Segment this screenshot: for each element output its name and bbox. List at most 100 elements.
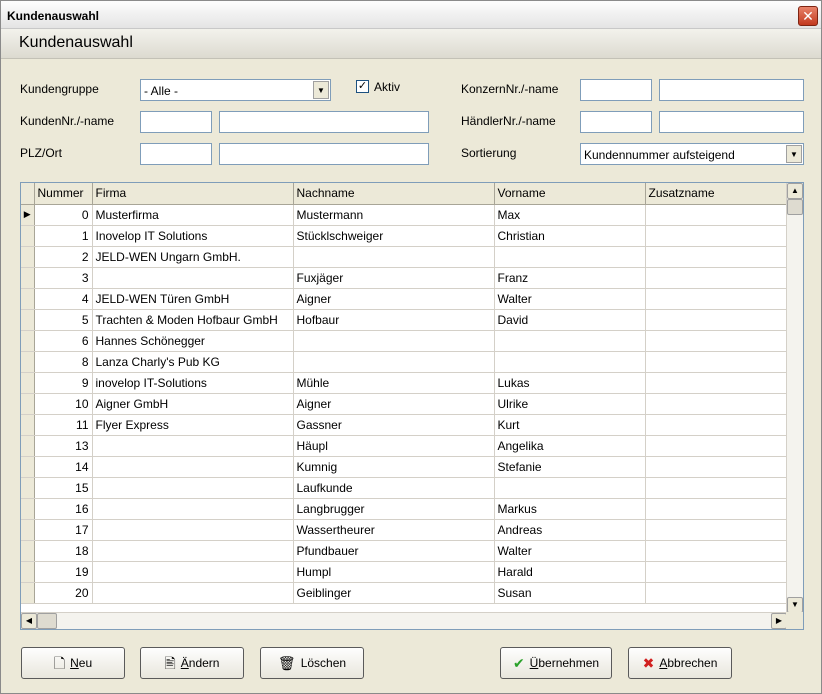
cell-zusatzname[interactable] xyxy=(645,309,787,331)
cell-nummer[interactable]: 9 xyxy=(34,372,93,394)
cell-zusatzname[interactable] xyxy=(645,477,787,499)
table-row[interactable]: 14 Kumnig Stefanie xyxy=(21,456,787,478)
cell-zusatzname[interactable] xyxy=(645,267,787,289)
delete-button[interactable]: 🗑 Löschen xyxy=(260,647,364,679)
row-indicator[interactable] xyxy=(21,498,35,520)
kundengruppe-select[interactable]: - Alle - ▼ xyxy=(140,79,331,101)
row-indicator[interactable]: ▶ xyxy=(21,204,35,226)
cell-firma[interactable] xyxy=(92,540,294,562)
table-row[interactable]: 2 JELD-WEN Ungarn GmbH. xyxy=(21,246,787,268)
cell-nummer[interactable]: 10 xyxy=(34,393,93,415)
ort-input[interactable] xyxy=(219,143,429,165)
table-row[interactable]: 1 Inovelop IT Solutions Stücklschweiger Chr… xyxy=(21,225,787,247)
haendler-name-input[interactable] xyxy=(659,111,804,133)
plz-input[interactable] xyxy=(140,143,212,165)
cell-firma[interactable] xyxy=(92,435,294,457)
cell-nummer[interactable]: 14 xyxy=(34,456,93,478)
table-row[interactable]: 15 Laufkunde xyxy=(21,477,787,499)
cell-zusatzname[interactable] xyxy=(645,414,787,436)
column-header-vorname[interactable]: Vorname xyxy=(494,183,646,205)
cell-vorname[interactable]: Angelika xyxy=(494,435,646,457)
cell-nachname[interactable]: Hofbaur xyxy=(293,309,495,331)
new-button[interactable]: 🗋 Neu xyxy=(21,647,125,679)
table-row[interactable]: 13 Häupl Angelika xyxy=(21,435,787,457)
table-row[interactable]: 18 Pfundbauer Walter xyxy=(21,540,787,562)
cell-nachname[interactable]: Langbrugger xyxy=(293,498,495,520)
cell-firma[interactable]: Trachten & Moden Hofbaur GmbH xyxy=(92,309,294,331)
cell-zusatzname[interactable] xyxy=(645,225,787,247)
row-indicator[interactable] xyxy=(21,225,35,247)
cell-vorname[interactable]: Markus xyxy=(494,498,646,520)
cell-firma[interactable] xyxy=(92,267,294,289)
cell-vorname[interactable]: Franz xyxy=(494,267,646,289)
cell-nummer[interactable]: 18 xyxy=(34,540,93,562)
close-button[interactable]: ✕ xyxy=(798,6,818,26)
table-row[interactable]: 3 Fuxjäger Franz xyxy=(21,267,787,289)
table-row[interactable]: ▶ 0 Musterfirma Mustermann Max xyxy=(21,204,787,226)
cell-vorname[interactable]: Ulrike xyxy=(494,393,646,415)
cell-vorname[interactable] xyxy=(494,330,646,352)
cell-vorname[interactable] xyxy=(494,351,646,373)
cell-vorname[interactable]: Walter xyxy=(494,540,646,562)
cell-nummer[interactable]: 6 xyxy=(34,330,93,352)
cell-nummer[interactable]: 0 xyxy=(34,204,93,226)
cell-firma[interactable] xyxy=(92,582,294,604)
cell-zusatzname[interactable] xyxy=(645,540,787,562)
table-row[interactable]: 17 Wassertheurer Andreas xyxy=(21,519,787,541)
cell-vorname[interactable]: Harald xyxy=(494,561,646,583)
cell-nachname[interactable]: Gassner xyxy=(293,414,495,436)
cell-firma[interactable]: Aigner GmbH xyxy=(92,393,294,415)
row-indicator[interactable] xyxy=(21,372,35,394)
cell-vorname[interactable] xyxy=(494,477,646,499)
column-header-zusatzname[interactable]: Zusatzname xyxy=(645,183,787,205)
row-indicator[interactable] xyxy=(21,414,35,436)
row-indicator[interactable] xyxy=(21,393,35,415)
vertical-scrollbar[interactable]: ▲ ▼ xyxy=(786,183,803,613)
cell-zusatzname[interactable] xyxy=(645,372,787,394)
cell-nummer[interactable]: 19 xyxy=(34,561,93,583)
cancel-button[interactable]: ✖ Abbrechen xyxy=(628,647,732,679)
cell-firma[interactable] xyxy=(92,456,294,478)
cell-nachname[interactable]: Humpl xyxy=(293,561,495,583)
cell-zusatzname[interactable] xyxy=(645,498,787,520)
hscroll-thumb[interactable] xyxy=(37,613,57,629)
cell-firma[interactable]: Flyer Express xyxy=(92,414,294,436)
cell-zusatzname[interactable] xyxy=(645,330,787,352)
column-header-firma[interactable]: Firma xyxy=(92,183,294,205)
cell-nummer[interactable]: 5 xyxy=(34,309,93,331)
cell-vorname[interactable]: Walter xyxy=(494,288,646,310)
cell-vorname[interactable]: Susan xyxy=(494,582,646,604)
cell-nachname[interactable]: Häupl xyxy=(293,435,495,457)
cell-nummer[interactable]: 20 xyxy=(34,582,93,604)
cell-nachname[interactable]: Geiblinger xyxy=(293,582,495,604)
row-indicator[interactable] xyxy=(21,246,35,268)
row-indicator[interactable] xyxy=(21,309,35,331)
cell-firma[interactable] xyxy=(92,498,294,520)
row-indicator[interactable] xyxy=(21,435,35,457)
cell-nachname[interactable] xyxy=(293,246,495,268)
kunden-name-input[interactable] xyxy=(219,111,429,133)
row-indicator[interactable] xyxy=(21,456,35,478)
cell-nummer[interactable]: 2 xyxy=(34,246,93,268)
cell-zusatzname[interactable] xyxy=(645,519,787,541)
cell-nachname[interactable]: Kumnig xyxy=(293,456,495,478)
table-row[interactable]: 4 JELD-WEN Türen GmbH Aigner Walter xyxy=(21,288,787,310)
cell-nachname[interactable]: Pfundbauer xyxy=(293,540,495,562)
cell-vorname[interactable]: Christian xyxy=(494,225,646,247)
kunden-nr-input[interactable] xyxy=(140,111,212,133)
edit-button[interactable]: 🖹 Ändern xyxy=(140,647,244,679)
cell-firma[interactable]: inovelop IT-Solutions xyxy=(92,372,294,394)
cell-nachname[interactable]: Wassertheurer xyxy=(293,519,495,541)
table-row[interactable]: 20 Geiblinger Susan xyxy=(21,582,787,604)
chevron-down-icon[interactable]: ▼ xyxy=(313,81,329,99)
cell-nachname[interactable]: Mühle xyxy=(293,372,495,394)
row-indicator[interactable] xyxy=(21,561,35,583)
konzern-name-input[interactable] xyxy=(659,79,804,101)
cell-vorname[interactable]: Andreas xyxy=(494,519,646,541)
table-row[interactable]: 16 Langbrugger Markus xyxy=(21,498,787,520)
row-indicator[interactable] xyxy=(21,519,35,541)
chevron-down-icon[interactable]: ▼ xyxy=(786,145,802,163)
cell-nachname[interactable]: Laufkunde xyxy=(293,477,495,499)
table-row[interactable]: 5 Trachten & Moden Hofbaur GmbH Hofbaur Dav… xyxy=(21,309,787,331)
cell-nachname[interactable]: Aigner xyxy=(293,288,495,310)
